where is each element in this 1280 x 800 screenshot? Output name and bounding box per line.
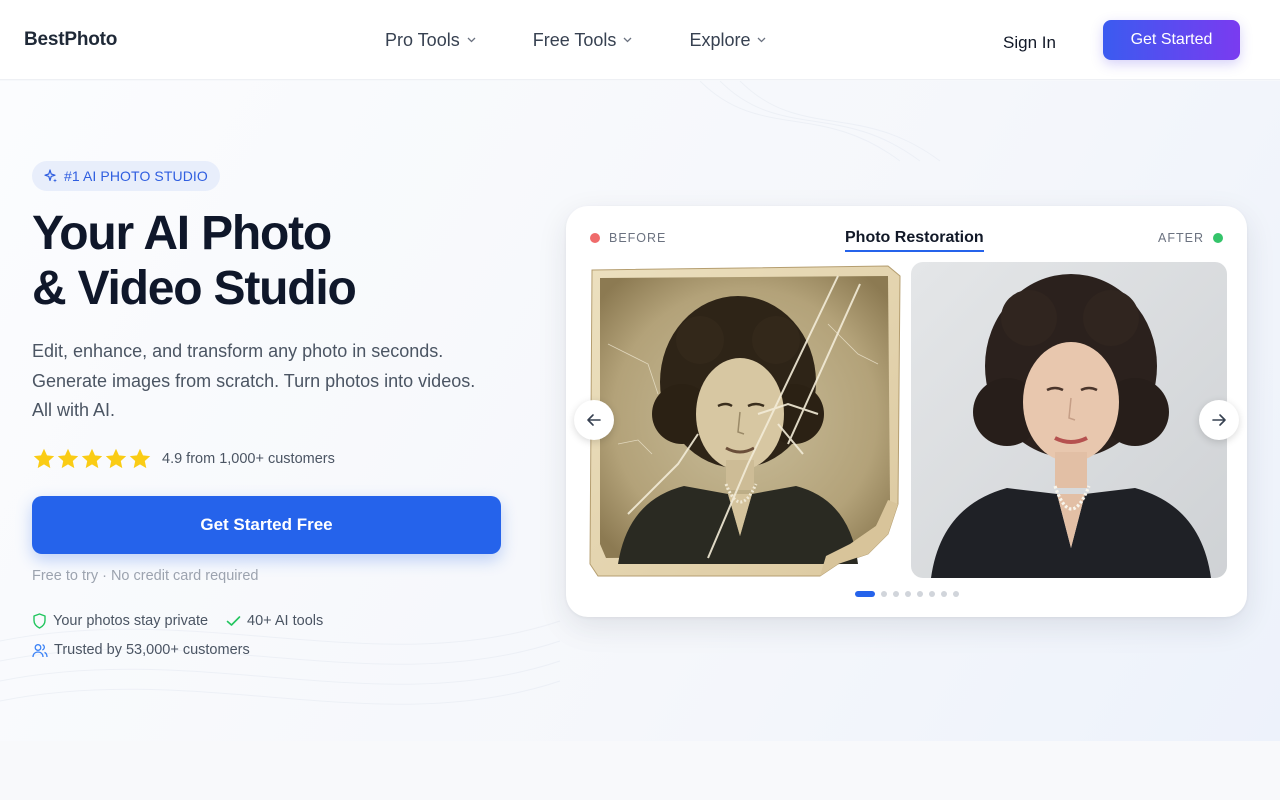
top-nav: BestPhoto Pro Tools Free Tools Explore S… — [0, 0, 1280, 80]
slide-dot[interactable] — [953, 591, 959, 597]
trust-item-tools: 40+ AI tools — [226, 613, 323, 629]
star-icon — [81, 448, 103, 469]
trust-private-text: Your photos stay private — [53, 613, 209, 629]
next-slide-button[interactable] — [1199, 400, 1239, 440]
nav-free-tools[interactable]: Free Tools — [533, 28, 633, 52]
nav-pro-tools[interactable]: Pro Tools — [385, 28, 476, 52]
prev-slide-button[interactable] — [574, 400, 614, 440]
chevron-down-icon — [757, 37, 766, 43]
arrow-right-icon — [1212, 414, 1226, 426]
showcase-card: BEFORE Photo Restoration AFTER — [566, 206, 1247, 617]
rating-stars — [32, 447, 152, 471]
slide-dot[interactable] — [855, 591, 875, 597]
slide-dot[interactable] — [941, 591, 947, 597]
after-dot — [1213, 233, 1223, 243]
sign-in-link[interactable]: Sign In — [1003, 33, 1056, 53]
next-section — [0, 741, 1280, 800]
slide-dot[interactable] — [893, 591, 899, 597]
rating-text: 4.9 from 1,000+ customers — [162, 451, 335, 467]
star-icon — [33, 448, 55, 469]
slide-dot[interactable] — [905, 591, 911, 597]
hero-badge-label: #1 AI PHOTO STUDIO — [64, 168, 208, 184]
nav-explore-label: Explore — [689, 29, 751, 50]
check-icon — [226, 616, 241, 626]
nav-pro-tools-label: Pro Tools — [385, 29, 460, 50]
chevron-down-icon — [467, 37, 476, 43]
nav-menu: Pro Tools Free Tools Explore — [385, 28, 823, 52]
hero-headline-line2: & Video Studio — [32, 262, 357, 315]
showcase-title[interactable]: Photo Restoration — [845, 229, 984, 252]
shield-icon — [33, 613, 46, 629]
after-label: AFTER — [1158, 231, 1223, 245]
users-icon — [32, 643, 48, 657]
hero-subtitle: Edit, enhance, and transform any photo i… — [32, 341, 476, 420]
trust-row: Your photos stay private 40+ AI tools — [32, 613, 341, 629]
trust-item-private: Your photos stay private — [32, 613, 208, 629]
nav-free-tools-label: Free Tools — [532, 29, 617, 50]
get-started-free-button[interactable]: Get Started Free — [32, 496, 501, 554]
hero-badge: #1 AI PHOTO STUDIO — [32, 161, 220, 191]
hero-headline-line1: Your AI Photo — [32, 207, 332, 260]
star-icon — [105, 448, 127, 469]
trust-item-customers: Trusted by 53,000+ customers — [32, 642, 250, 658]
after-photo — [911, 262, 1227, 578]
trust-row-2: Trusted by 53,000+ customers — [32, 642, 268, 658]
rating: 4.9 from 1,000+ customers — [32, 447, 335, 471]
trust-tools-text: 40+ AI tools — [247, 613, 324, 629]
logo[interactable]: BestPhoto — [24, 29, 117, 51]
get-started-button[interactable]: Get Started — [1103, 20, 1240, 60]
before-label-text: BEFORE — [609, 231, 667, 245]
before-photo — [589, 265, 901, 577]
before-label: BEFORE — [590, 231, 666, 245]
chevron-down-icon — [623, 37, 632, 43]
star-icon — [129, 448, 151, 469]
trust-customers-text: Trusted by 53,000+ customers — [54, 642, 250, 658]
after-label-text: AFTER — [1158, 231, 1204, 245]
arrow-left-icon — [587, 414, 601, 426]
sparkle-icon — [44, 169, 58, 183]
star-icon — [57, 448, 79, 469]
slide-dot[interactable] — [881, 591, 887, 597]
hero-headline: Your AI Photo & Video Studio — [32, 206, 357, 316]
slide-pagination — [855, 591, 965, 597]
nav-explore[interactable]: Explore — [689, 28, 766, 52]
slide-dot[interactable] — [917, 591, 923, 597]
slide-dot[interactable] — [929, 591, 935, 597]
free-note: Free to try · No credit card required — [32, 568, 259, 584]
before-dot — [590, 233, 600, 243]
